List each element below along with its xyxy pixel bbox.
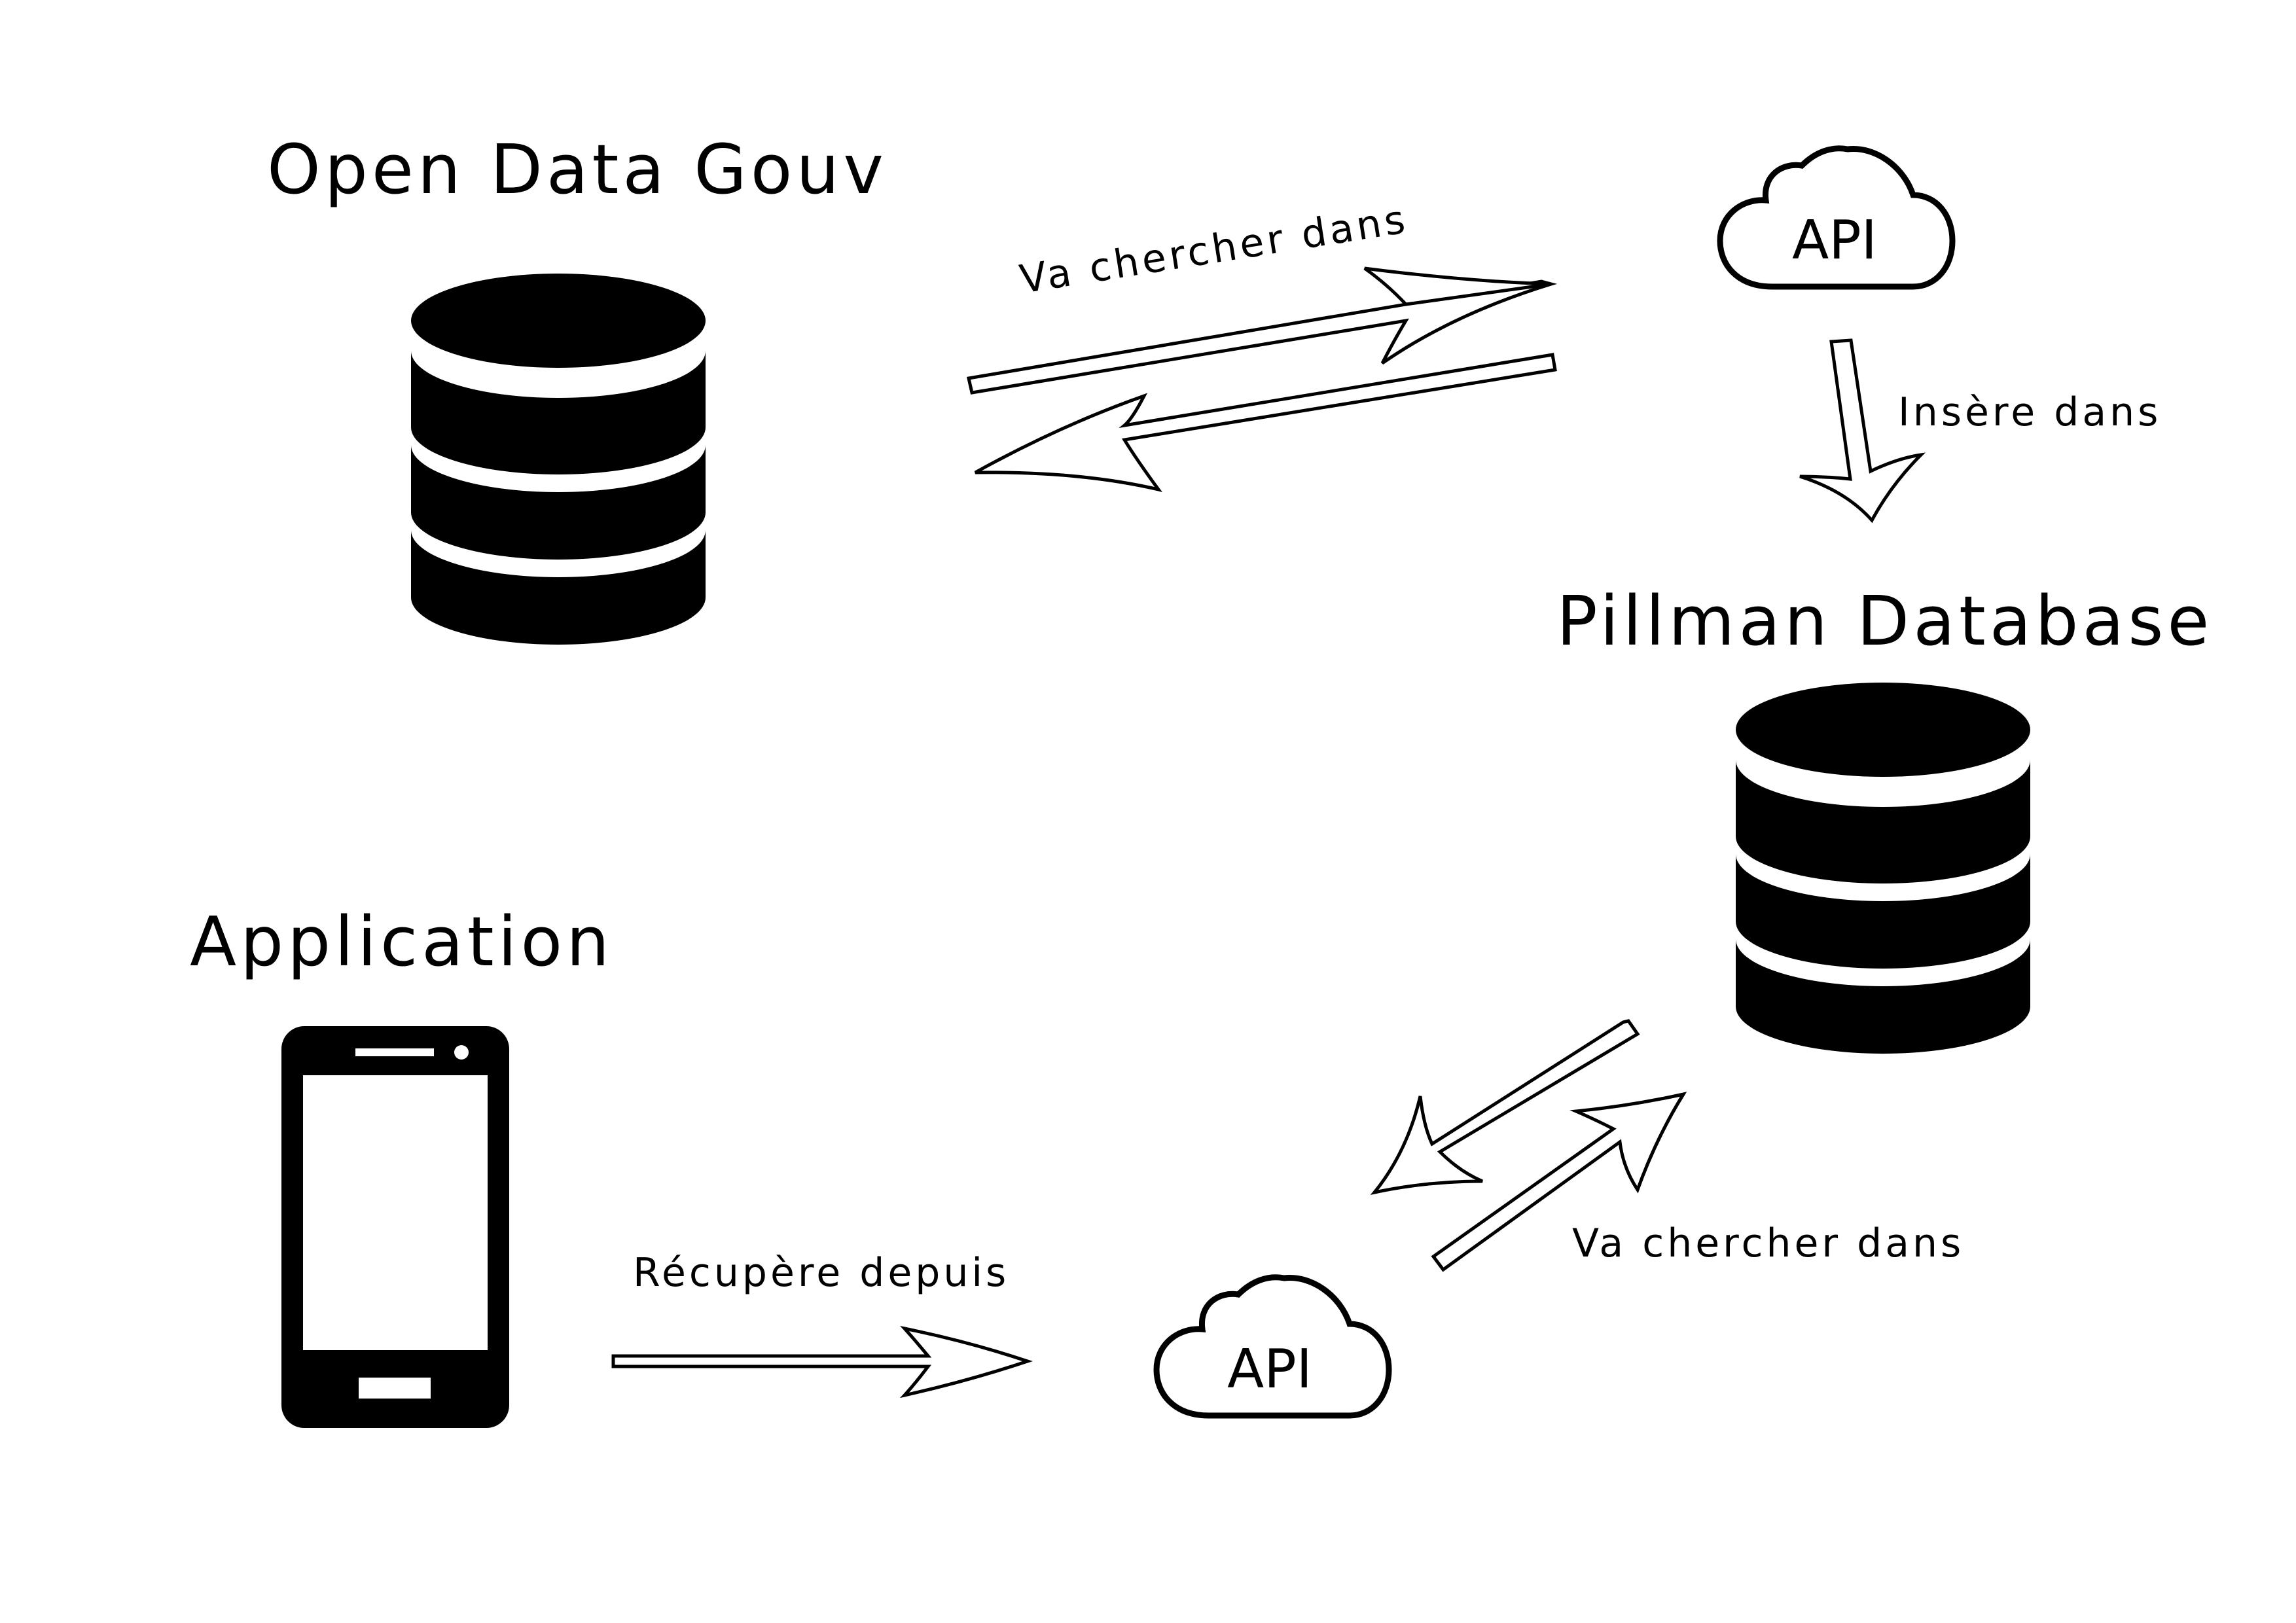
architecture-diagram: Open Data Gouv API Pillman Database Appl… bbox=[190, 130, 2213, 1428]
node-application: Application bbox=[190, 902, 613, 1428]
api-label-top: API bbox=[1792, 209, 1877, 272]
node-api-top: API bbox=[1720, 149, 1952, 287]
node-title-pillman-database: Pillman Database bbox=[1556, 581, 2213, 661]
edge-open-data-to-api: Va chercher dans bbox=[966, 196, 1558, 395]
edge-api-bottom-to-pillman: Va chercher dans bbox=[1431, 1092, 1964, 1272]
node-title-application: Application bbox=[190, 902, 613, 982]
api-label-bottom: API bbox=[1227, 1338, 1312, 1400]
edge-label-open-data-to-api: Va chercher dans bbox=[1016, 196, 1411, 303]
smartphone-icon bbox=[281, 1026, 509, 1428]
edge-label-api-bottom-to-pillman: Va chercher dans bbox=[1572, 1221, 1964, 1266]
edge-api-to-pillman: Insère dans bbox=[1799, 338, 2161, 524]
arrow-down-left-icon bbox=[1370, 1019, 1640, 1195]
node-pillman-database: Pillman Database bbox=[1556, 581, 2213, 1054]
edge-application-to-api: Récupère depuis bbox=[611, 1250, 1033, 1399]
database-icon bbox=[1736, 683, 2030, 1054]
node-open-data-gouv: Open Data Gouv bbox=[267, 130, 888, 645]
arrow-right-icon bbox=[611, 1326, 1033, 1399]
edge-label-api-to-pillman: Insère dans bbox=[1898, 389, 2161, 435]
node-title-open-data-gouv: Open Data Gouv bbox=[267, 130, 888, 209]
edge-label-application-to-api: Récupère depuis bbox=[633, 1250, 1009, 1296]
edge-pillman-to-api bbox=[1370, 1019, 1640, 1195]
node-api-bottom: API bbox=[1157, 1277, 1389, 1416]
database-icon bbox=[411, 274, 706, 645]
